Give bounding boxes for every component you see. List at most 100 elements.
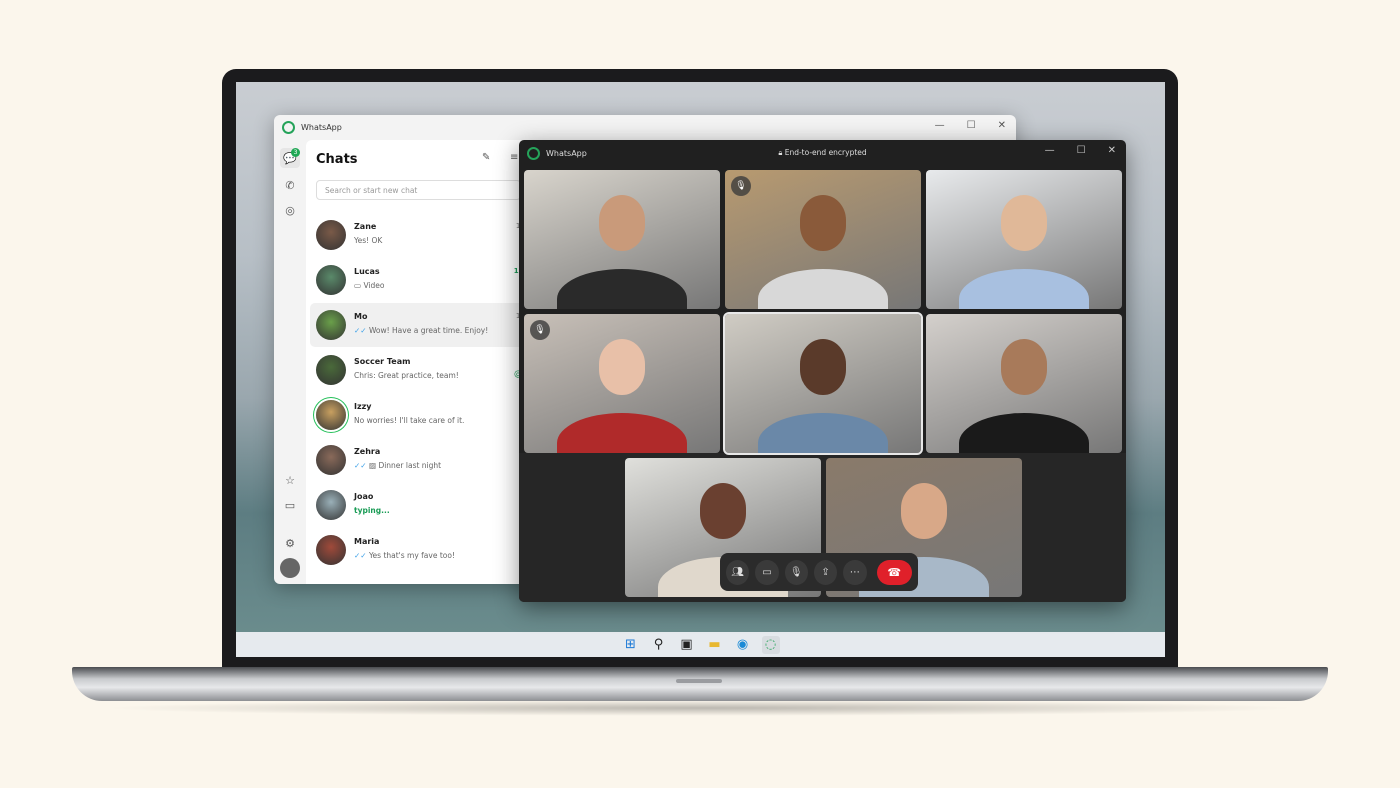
muted-microphone-icon: 🎙︎ (530, 320, 550, 340)
participant-body (758, 269, 888, 309)
read-receipt-icon: ✓✓ (354, 551, 369, 560)
windows-start-icon[interactable]: ⊞ (622, 636, 640, 654)
call-title-bar: WhatsApp 🔒︎ End-to-end encrypted — ☐ ✕ (519, 140, 1126, 166)
edge-icon[interactable]: ◉ (734, 636, 752, 654)
profile-avatar[interactable] (280, 558, 300, 578)
share-screen-button[interactable]: ⇪ (813, 559, 838, 585)
more-icon: ⋯ (849, 566, 860, 578)
participant-face (901, 483, 947, 540)
chat-list-item[interactable]: Izzy No worries! I'll take care of it. 9… (310, 393, 536, 437)
participant-body (557, 413, 687, 453)
chat-list-item[interactable]: Zane Yes! OK 11:37 ⚲ (310, 213, 536, 257)
avatar (316, 400, 346, 430)
laptop-base (72, 667, 1328, 701)
new-chat-icon[interactable]: ✎ (482, 152, 490, 163)
task-view-icon[interactable]: ▣ (678, 636, 696, 654)
chat-name: Mo (354, 312, 368, 321)
message-text: Chris: Great practice, team! (354, 371, 459, 380)
status-icon[interactable]: ◎ (280, 200, 300, 220)
chat-list-item[interactable]: Soccer Team Chris: Great practice, team!… (310, 348, 536, 392)
muted-microphone-icon: 🎙︎ (731, 176, 751, 196)
avatar (316, 535, 346, 565)
participant-video-tile[interactable] (723, 312, 923, 455)
participants-icon: 👥︎ (731, 566, 744, 578)
chat-list-item[interactable]: Joao typing... 9:04 (310, 483, 536, 527)
share-screen-icon: ⇪ (821, 566, 830, 578)
page-title: Chats (316, 152, 358, 167)
participants-button[interactable]: 👥︎ (726, 559, 750, 585)
close-button[interactable]: ✕ (1108, 145, 1116, 156)
whatsapp-icon[interactable]: ◌ (761, 635, 780, 654)
participant-video-tile[interactable]: 🎙︎ (524, 314, 720, 453)
close-button[interactable]: ✕ (998, 120, 1006, 131)
participant-video-tile[interactable]: 🎙︎ (725, 170, 921, 309)
avatar (316, 445, 346, 475)
avatar (316, 490, 346, 520)
chat-preview: ▭ Video (354, 281, 385, 290)
participant-face (1001, 339, 1047, 396)
message-text: No worries! I'll take care of it. (354, 416, 465, 425)
chat-name: Izzy (354, 402, 372, 411)
end-call-button[interactable]: ☎︎ (876, 559, 912, 585)
more-button[interactable]: ⋯ (843, 559, 867, 585)
participant-body (758, 413, 888, 453)
chat-preview: ✓✓ ▨ Dinner last night (354, 461, 441, 470)
whatsapp-logo-icon (282, 121, 295, 134)
chat-list-item[interactable]: Mo ✓✓ Wow! Have a great time. Enjoy! 10:… (310, 303, 536, 347)
minimize-button[interactable]: — (935, 120, 945, 131)
chat-list-item[interactable]: Zehra ✓✓ ▨ Dinner last night 9:19 (310, 438, 536, 482)
avatar (316, 355, 346, 385)
chat-preview: No worries! I'll take care of it. (354, 416, 464, 425)
search-input[interactable]: Search or start new chat (316, 180, 521, 200)
participant-video-tile[interactable] (524, 170, 720, 309)
chats-icon[interactable]: 💬 3 (280, 148, 300, 168)
microphone-button[interactable]: 🎙︎ (784, 559, 808, 585)
message-text: Wow! Have a great time. Enjoy! (368, 326, 489, 335)
taskbar: ⊞ ⚲ ▣ ▬ ◉ ◌ (236, 632, 1165, 657)
file-explorer-icon[interactable]: ▬ (706, 636, 724, 654)
participant-body (557, 269, 687, 309)
video-button[interactable]: ▭ (755, 559, 779, 585)
calls-icon[interactable]: ✆ (280, 175, 300, 195)
read-receipt-icon: ✓✓ (354, 326, 369, 335)
maximize-button[interactable]: ☐ (967, 120, 976, 131)
message-text: typing... (354, 506, 390, 515)
photo-icon: ▨ (368, 461, 379, 470)
minimize-button[interactable]: — (1045, 145, 1055, 156)
chat-preview: Yes! OK (354, 236, 382, 245)
microphone-icon: 🎙︎ (789, 566, 803, 578)
avatar (316, 265, 346, 295)
laptop-notch (676, 679, 722, 683)
filter-icon[interactable]: ≡ (510, 152, 518, 163)
chat-name: Zehra (354, 447, 381, 456)
search-icon[interactable]: ⚲ (650, 636, 668, 654)
nav-rail: 💬 3 ✆ ◎ ☆ ▭ ⚙ (274, 140, 306, 584)
starred-icon[interactable]: ☆ (280, 470, 300, 490)
archive-icon[interactable]: ▭ (280, 495, 300, 515)
search-placeholder: Search or start new chat (325, 186, 418, 195)
encryption-label: End-to-end encrypted (784, 148, 867, 157)
avatar (316, 310, 346, 340)
chat-name: Soccer Team (354, 357, 411, 366)
message-text: Yes that's my fave too! (368, 551, 455, 560)
chat-preview: Chris: Great practice, team! (354, 371, 459, 380)
read-receipt-icon: ✓✓ (354, 461, 369, 470)
call-controls: 👥︎ ▭ 🎙︎ ⇪ ⋯ ☎︎ (720, 553, 918, 591)
settings-icon[interactable]: ⚙ (280, 533, 300, 553)
maximize-button[interactable]: ☐ (1077, 145, 1086, 156)
participant-video-tile[interactable] (926, 314, 1122, 453)
chat-preview: ✓✓ Wow! Have a great time. Enjoy! (354, 326, 488, 335)
title-bar: WhatsApp — ☐ ✕ (274, 115, 1016, 140)
chats-badge: 3 (291, 148, 300, 157)
avatar (316, 220, 346, 250)
chat-list-item[interactable]: Maria ✓✓ Yes that's my fave too! 8:43 (310, 528, 536, 572)
chat-list-item[interactable]: Lucas ▭ Video 11:12 3 (310, 258, 536, 302)
participant-video-tile[interactable] (926, 170, 1122, 309)
message-text: Yes! OK (354, 236, 383, 245)
laptop-shadow (100, 700, 1300, 716)
participant-face (599, 195, 645, 252)
call-window: WhatsApp 🔒︎ End-to-end encrypted — ☐ ✕ 🎙︎ 🎙… (519, 140, 1126, 602)
chat-name: Joao (354, 492, 374, 501)
participant-face (599, 339, 645, 396)
chat-preview: typing... (354, 506, 390, 515)
